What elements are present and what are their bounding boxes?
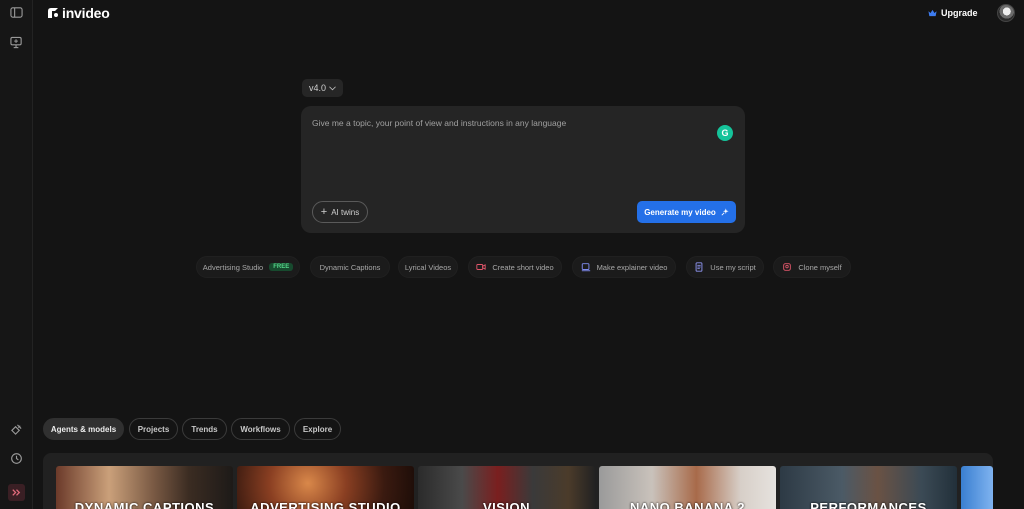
- tab-explore[interactable]: Explore: [294, 418, 341, 440]
- ai-twins-label: AI twins: [331, 207, 360, 217]
- prompt-input[interactable]: [312, 118, 692, 128]
- chip-dynamic-captions[interactable]: Dynamic Captions: [310, 256, 390, 278]
- card-title: NANO BANANA 2: [629, 500, 746, 509]
- tab-label: Projects: [137, 424, 170, 434]
- new-video-icon[interactable]: [8, 34, 25, 51]
- chip-label: Lyrical Videos: [404, 262, 452, 272]
- expand-sidebar-icon[interactable]: [8, 484, 25, 501]
- chevron-down-icon: [329, 85, 336, 90]
- free-badge: FREE: [269, 263, 294, 271]
- gallery-card-next[interactable]: [961, 466, 993, 509]
- tab-label: Explore: [302, 424, 333, 434]
- gallery-card-nano-banana-2[interactable]: NANO BANANA 2: [599, 466, 776, 509]
- history-icon[interactable]: [8, 450, 25, 467]
- clone-icon: [783, 263, 792, 271]
- gallery: DYNAMIC CAPTIONS ADVERTISING STUDIO VISI…: [43, 453, 993, 509]
- card-title: VISION: [482, 500, 531, 509]
- avatar[interactable]: [997, 4, 1015, 22]
- app-name: invideo: [62, 5, 110, 21]
- upgrade-button[interactable]: Upgrade: [928, 5, 978, 21]
- sparkle-icon: [721, 208, 729, 216]
- explainer-icon: [581, 263, 590, 272]
- chip-clone-myself[interactable]: Clone myself: [773, 256, 851, 278]
- plugin-icon[interactable]: [8, 421, 25, 438]
- left-rail: [0, 0, 33, 509]
- invideo-logo-icon: [48, 8, 58, 18]
- generate-label: Generate my video: [644, 207, 716, 217]
- chip-lyrical-videos[interactable]: Lyrical Videos: [398, 256, 458, 278]
- chip-label: Dynamic Captions: [319, 262, 381, 272]
- grammarly-icon[interactable]: G: [717, 125, 733, 141]
- version-selector[interactable]: v4.0: [302, 79, 343, 97]
- gallery-card-vision[interactable]: VISION: [418, 466, 595, 509]
- tab-label: Agents & models: [50, 424, 117, 434]
- plus-icon: +: [320, 206, 328, 218]
- card-title: DYNAMIC CAPTIONS: [74, 500, 215, 509]
- tab-label: Workflows: [240, 424, 281, 434]
- tab-label: Trends: [191, 424, 218, 434]
- chip-label: Clone myself: [798, 262, 842, 272]
- chip-label: Create short video: [492, 262, 554, 272]
- chip-label: Advertising Studio: [202, 262, 264, 272]
- ai-twins-button[interactable]: + AI twins: [312, 201, 368, 223]
- tab-workflows[interactable]: Workflows: [231, 418, 290, 440]
- upgrade-label: Upgrade: [941, 8, 978, 18]
- gallery-card-performances[interactable]: PERFORMANCES: [780, 466, 957, 509]
- chip-use-my-script[interactable]: Use my script: [686, 256, 764, 278]
- sidebar-toggle-icon[interactable]: [8, 4, 25, 21]
- tab-projects[interactable]: Projects: [129, 418, 178, 440]
- gallery-card-advertising-studio[interactable]: ADVERTISING STUDIO: [237, 466, 414, 509]
- video-camera-icon: [476, 264, 486, 270]
- chip-label: Make explainer video: [596, 262, 668, 272]
- tab-trends[interactable]: Trends: [182, 418, 227, 440]
- crown-icon: [928, 9, 937, 17]
- script-icon: [695, 262, 703, 272]
- version-label: v4.0: [308, 83, 326, 93]
- chip-advertising-studio[interactable]: Advertising Studio FREE: [196, 256, 300, 278]
- chip-label: Use my script: [710, 262, 756, 272]
- gallery-card-dynamic-captions[interactable]: DYNAMIC CAPTIONS: [56, 466, 233, 509]
- generate-video-button[interactable]: Generate my video: [637, 201, 736, 223]
- chip-make-explainer-video[interactable]: Make explainer video: [572, 256, 676, 278]
- app-logo[interactable]: invideo: [47, 5, 110, 21]
- card-title: ADVERTISING STUDIO: [250, 500, 401, 509]
- tab-agents-models[interactable]: Agents & models: [43, 418, 124, 440]
- card-title: PERFORMANCES: [810, 500, 927, 509]
- chip-create-short-video[interactable]: Create short video: [468, 256, 562, 278]
- prompt-card: G + AI twins Generate my video: [301, 106, 745, 233]
